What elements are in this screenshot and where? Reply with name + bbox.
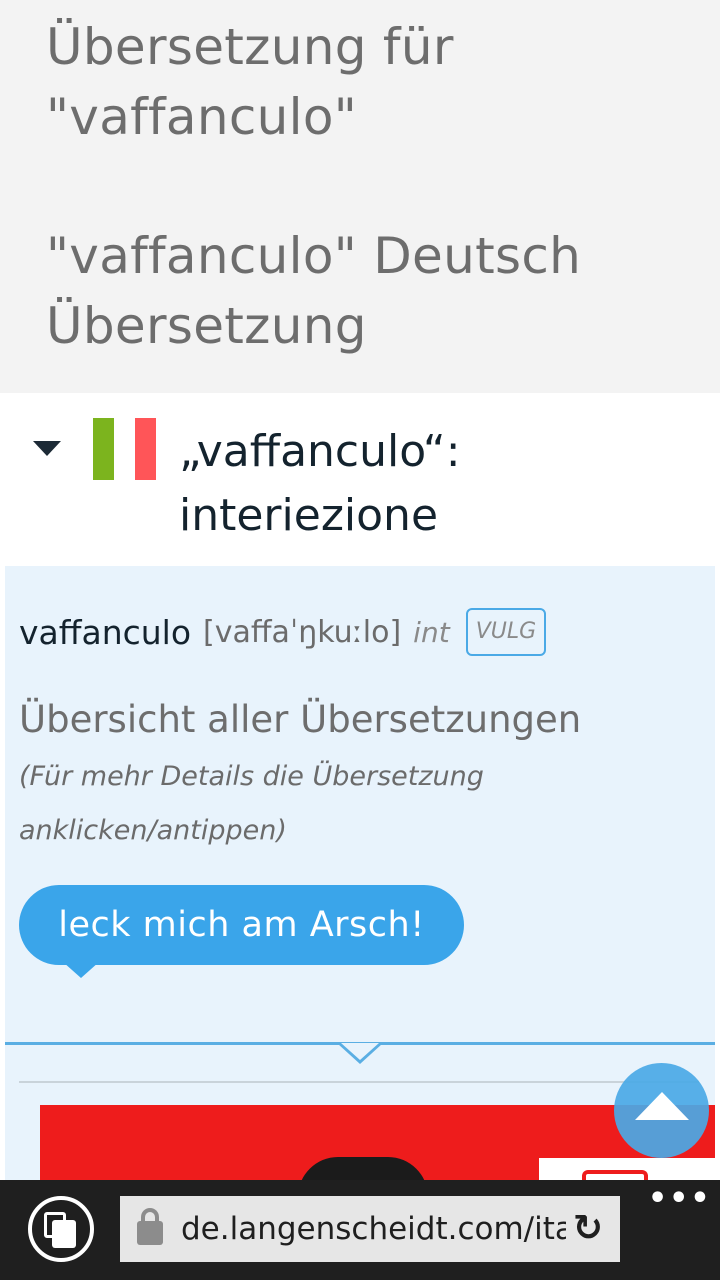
page-title: Übersetzung für "vaffanculo" (46, 12, 454, 152)
tabs-icon-front (52, 1220, 76, 1248)
overview-heading: Übersicht aller Übersetzungen (19, 698, 582, 741)
page-subtitle: "vaffanculo" Deutsch Übersetzung (46, 221, 581, 361)
ad-product-image (298, 1157, 428, 1180)
headword: vaffanculo (19, 612, 192, 652)
entry-title[interactable]: „vaffanculo“: interiezione (179, 420, 461, 548)
page-title-line2: "vaffanculo" (46, 88, 358, 146)
entry-title-word: „vaffanculo“: (179, 426, 461, 477)
content-divider (19, 1081, 699, 1083)
divider-notch-inner (341, 1043, 379, 1060)
page-subtitle-line2: Übersetzung (46, 297, 367, 355)
ad-brand-logo (582, 1170, 648, 1180)
headword-line: vaffanculo [vaffaˈŋkuːlo] int VULG (19, 607, 547, 657)
translation-bubble-button[interactable]: leck mich am Arsch! (19, 885, 464, 965)
page-title-line1: Übersetzung für (46, 18, 454, 76)
page: Übersetzung für "vaffanculo" "vaffanculo… (0, 0, 720, 1280)
pronunciation: [vaffaˈŋkuːlo] (203, 614, 402, 650)
overview-hint: (Für mehr Details die Übersetzung anklic… (19, 761, 484, 846)
more-options-icon[interactable]: ••• (648, 1184, 710, 1214)
entry-title-pos: interiezione (179, 490, 439, 541)
translation-box (5, 566, 715, 1180)
register-badge: VULG (465, 608, 547, 656)
lock-icon-body (137, 1221, 163, 1245)
collapse-caret-icon[interactable] (33, 441, 61, 456)
part-of-speech: int (413, 615, 450, 649)
arrow-up-icon[interactable] (635, 1092, 689, 1120)
italy-flag-icon (93, 418, 156, 480)
page-subtitle-line1: "vaffanculo" Deutsch (46, 227, 582, 285)
bubble-tail (63, 962, 99, 978)
reload-icon[interactable]: ↻ (566, 1207, 610, 1251)
url-text[interactable]: de.langenscheidt.com/ita (181, 1196, 569, 1262)
